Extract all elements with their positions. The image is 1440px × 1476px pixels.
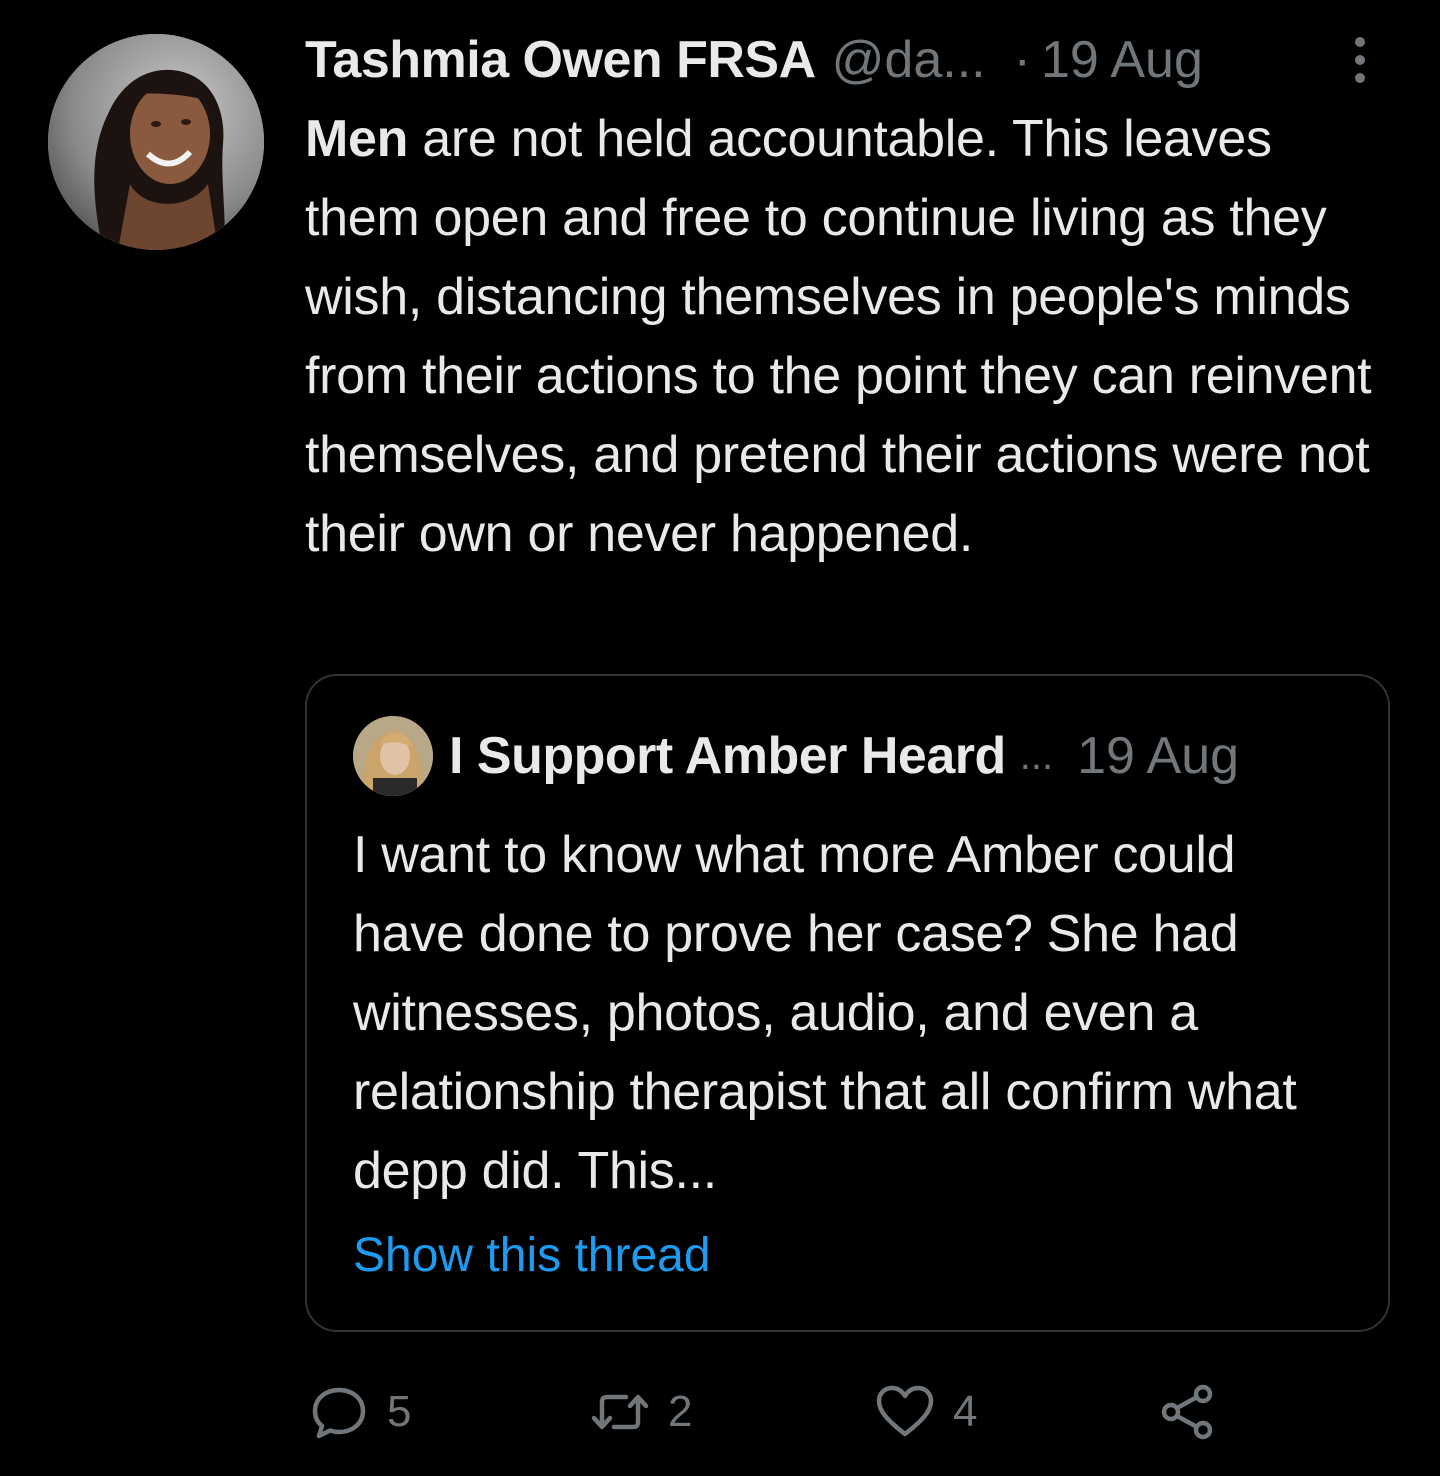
author-avatar[interactable] [48, 34, 264, 250]
quoted-tweet-text: I want to know what more Amber could hav… [353, 826, 1297, 1200]
show-thread-link[interactable]: Show this thread [353, 1224, 711, 1288]
retweet-button[interactable]: 2 [590, 1376, 692, 1448]
share-icon [1157, 1382, 1217, 1442]
heart-icon [875, 1382, 935, 1442]
like-count: 4 [953, 1387, 978, 1436]
reply-bubble-icon [309, 1382, 369, 1442]
quoted-tweet-header: I Support Amber Heard ... 19 Aug [353, 716, 1363, 796]
quoted-tweet-date: 19 Aug [1077, 727, 1240, 785]
quoted-tweet-card[interactable]: I Support Amber Heard ... 19 Aug I want … [305, 674, 1390, 1332]
retweet-count: 2 [668, 1387, 693, 1436]
tweet-actions: 5 2 4 [305, 1376, 1390, 1448]
author-display-name[interactable]: Tashmia Owen FRSA [305, 30, 816, 90]
share-button[interactable] [1157, 1376, 1217, 1448]
more-vertical-icon[interactable] [1340, 30, 1380, 90]
retweet-icon [590, 1382, 650, 1442]
quoted-author-handle: ... [1019, 733, 1054, 778]
tweet[interactable]: Tashmia Owen FRSA @da... · 19 Aug Men ar… [0, 0, 1440, 1476]
reply-button[interactable]: 5 [309, 1376, 411, 1448]
quoted-author-avatar [353, 716, 433, 796]
date-separator: · [1013, 31, 1031, 89]
author-handle[interactable]: @da... [832, 30, 986, 90]
tweet-date[interactable]: 19 Aug [1041, 30, 1203, 90]
tweet-text-body: are not held accountable. This leaves th… [305, 110, 1372, 563]
like-button[interactable]: 4 [875, 1376, 977, 1448]
quoted-author-display-name: I Support Amber Heard [449, 727, 1006, 785]
tweet-header: Tashmia Owen FRSA @da... · 19 Aug [305, 30, 1385, 90]
reply-count: 5 [387, 1387, 412, 1436]
tweet-text: Men are not held accountable. This leave… [305, 100, 1385, 574]
tweet-text-bold: Men [305, 110, 409, 168]
